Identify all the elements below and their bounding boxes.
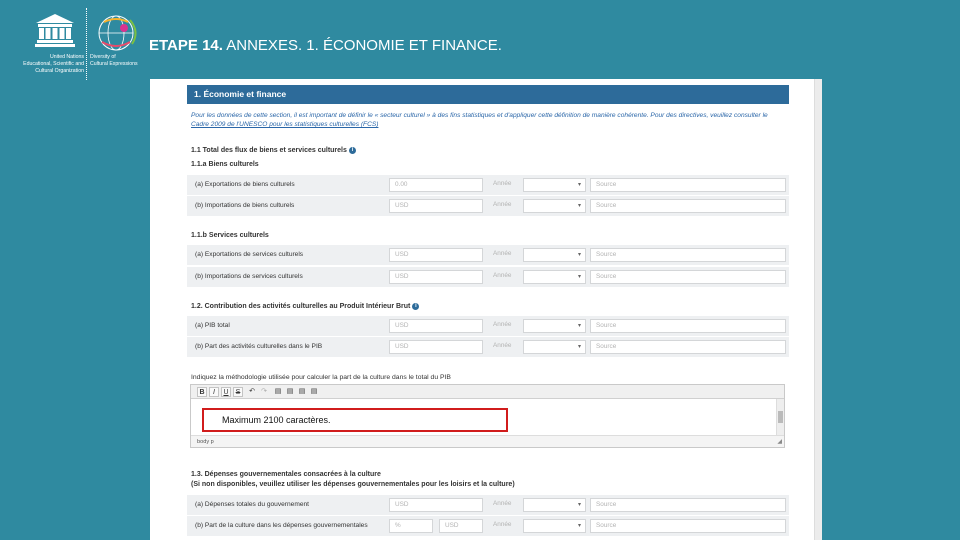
year-select[interactable] <box>523 319 586 333</box>
year-label: Année <box>493 180 512 187</box>
year-label: Année <box>493 500 512 507</box>
row-label: (b) Part de la culture dans les dépenses… <box>195 522 368 529</box>
row-label: (b) Importations de services culturels <box>195 273 303 280</box>
undo-icon[interactable]: ↶ <box>247 387 257 397</box>
value-input[interactable]: USD <box>389 319 483 333</box>
year-label: Année <box>493 272 512 279</box>
editor-toolbar: B I U S ↶ ↷ ▤ ▤ ▤ ▤ <box>191 385 784 399</box>
underline-button[interactable]: U <box>221 387 231 397</box>
year-select[interactable] <box>523 270 586 284</box>
slide-title: ETAPE 14. ANNEXES. 1. ÉCONOMIE ET FINANC… <box>149 37 502 54</box>
value-input[interactable]: USD <box>389 248 483 262</box>
editor-statusbar: body p ◢ <box>191 435 784 447</box>
info-icon[interactable]: i <box>348 147 356 154</box>
redo-icon[interactable]: ↷ <box>259 387 269 397</box>
year-select[interactable] <box>523 519 586 533</box>
source-input[interactable]: Source <box>590 178 786 192</box>
form-row: (b) Importations de biens culturels USD … <box>187 196 789 216</box>
row-label: (a) Dépenses totales du gouvernement <box>195 501 309 508</box>
form-row: (a) Exportations de biens culturels 0.00… <box>187 175 789 195</box>
paste-text-icon[interactable]: ▤ <box>309 387 319 397</box>
convention-name: Diversity of Cultural Expressions <box>90 54 138 67</box>
year-label: Année <box>493 250 512 257</box>
value-input[interactable]: USD <box>439 519 483 533</box>
source-input[interactable]: Source <box>590 199 786 213</box>
element-path: body p <box>197 439 214 445</box>
form-row: (b) Part de la culture dans les dépenses… <box>187 516 789 536</box>
section-1-2-label: 1.2. Contribution des activités culturel… <box>191 303 411 310</box>
form-row: (b) Importations de services culturels U… <box>187 267 789 287</box>
year-label: Année <box>493 342 512 349</box>
section-1-1-label: 1.1 Total des flux de biens et services … <box>191 147 347 154</box>
page-scrollbar[interactable] <box>814 79 822 540</box>
slide-title-step: ETAPE 14. <box>149 37 223 54</box>
info-icon[interactable]: i <box>412 303 420 310</box>
source-input[interactable]: Source <box>590 248 786 262</box>
source-input[interactable]: Source <box>590 519 786 533</box>
source-input[interactable]: Source <box>590 340 786 354</box>
slide-title-text: ANNEXES. 1. ÉCONOMIE ET FINANCE. <box>222 37 502 54</box>
form-row: (a) PIB total USD Année Source <box>187 316 789 336</box>
source-input[interactable]: Source <box>590 319 786 333</box>
value-input[interactable]: USD <box>389 199 483 213</box>
bold-button[interactable]: B <box>197 387 207 397</box>
paste-icon[interactable]: ▤ <box>297 387 307 397</box>
section-1-1b-title: 1.1.b Services culturels <box>191 232 269 239</box>
strike-button[interactable]: S <box>233 387 243 397</box>
source-input[interactable]: Source <box>590 270 786 284</box>
year-label: Année <box>493 321 512 328</box>
value-input[interactable]: 0.00 <box>389 178 483 192</box>
year-label: Année <box>493 521 512 528</box>
row-label: (a) PIB total <box>195 322 230 329</box>
section-1-1-title: 1.1 Total des flux de biens et services … <box>191 147 356 154</box>
unesco-logo-block: United Nations Educational, Scientific a… <box>10 8 148 80</box>
year-select[interactable] <box>523 498 586 512</box>
section-intro: Pour les données de cette section, il es… <box>191 111 781 129</box>
section-1-2-title: 1.2. Contribution des activités culturel… <box>191 303 420 310</box>
year-select[interactable] <box>523 199 586 213</box>
unesco-org-name: United Nations Educational, Scientific a… <box>23 54 84 74</box>
year-select[interactable] <box>523 340 586 354</box>
form-screenshot: 1. Économie et finance Pour les données … <box>150 79 822 540</box>
editor-scrollbar[interactable] <box>776 399 784 435</box>
section-1-3-subtitle: (Si non disponibles, veuillez utiliser l… <box>191 481 515 488</box>
section-1-1a-title: 1.1.a Biens culturels <box>191 161 259 168</box>
unesco-temple-logo <box>35 14 75 47</box>
fcs-link[interactable]: Cadre 2009 de l'UNESCO pour les statisti… <box>191 121 378 128</box>
scroll-thumb[interactable] <box>778 411 783 423</box>
methodology-label: Indiquez la méthodologie utilisée pour c… <box>191 374 451 381</box>
max-characters-callout: Maximum 2100 caractères. <box>202 408 508 432</box>
resize-handle-icon[interactable]: ◢ <box>777 436 782 448</box>
form-row: (b) Part des activités culturelles dans … <box>187 337 789 357</box>
value-input[interactable]: USD <box>389 270 483 284</box>
percent-input[interactable]: % <box>389 519 433 533</box>
copy-icon[interactable]: ▤ <box>285 387 295 397</box>
year-select[interactable] <box>523 248 586 262</box>
row-label: (a) Exportations de services culturels <box>195 251 304 258</box>
section-header: 1. Économie et finance <box>187 85 789 104</box>
section-1-3-title: 1.3. Dépenses gouvernementales consacrée… <box>191 471 381 478</box>
intro-text: Pour les données de cette section, il es… <box>191 112 768 119</box>
year-select[interactable] <box>523 178 586 192</box>
cut-icon[interactable]: ▤ <box>273 387 283 397</box>
convention-globe-logo <box>98 15 137 51</box>
year-label: Année <box>493 201 512 208</box>
italic-button[interactable]: I <box>209 387 219 397</box>
source-input[interactable]: Source <box>590 498 786 512</box>
form-row: (a) Exportations de services culturels U… <box>187 245 789 265</box>
value-input[interactable]: USD <box>389 498 483 512</box>
row-label: (b) Importations de biens culturels <box>195 202 295 209</box>
value-input[interactable]: USD <box>389 340 483 354</box>
logo-divider <box>86 8 87 80</box>
form-row: (a) Dépenses totales du gouvernement USD… <box>187 495 789 515</box>
row-label: (a) Exportations de biens culturels <box>195 181 295 188</box>
row-label: (b) Part des activités culturelles dans … <box>195 343 323 350</box>
